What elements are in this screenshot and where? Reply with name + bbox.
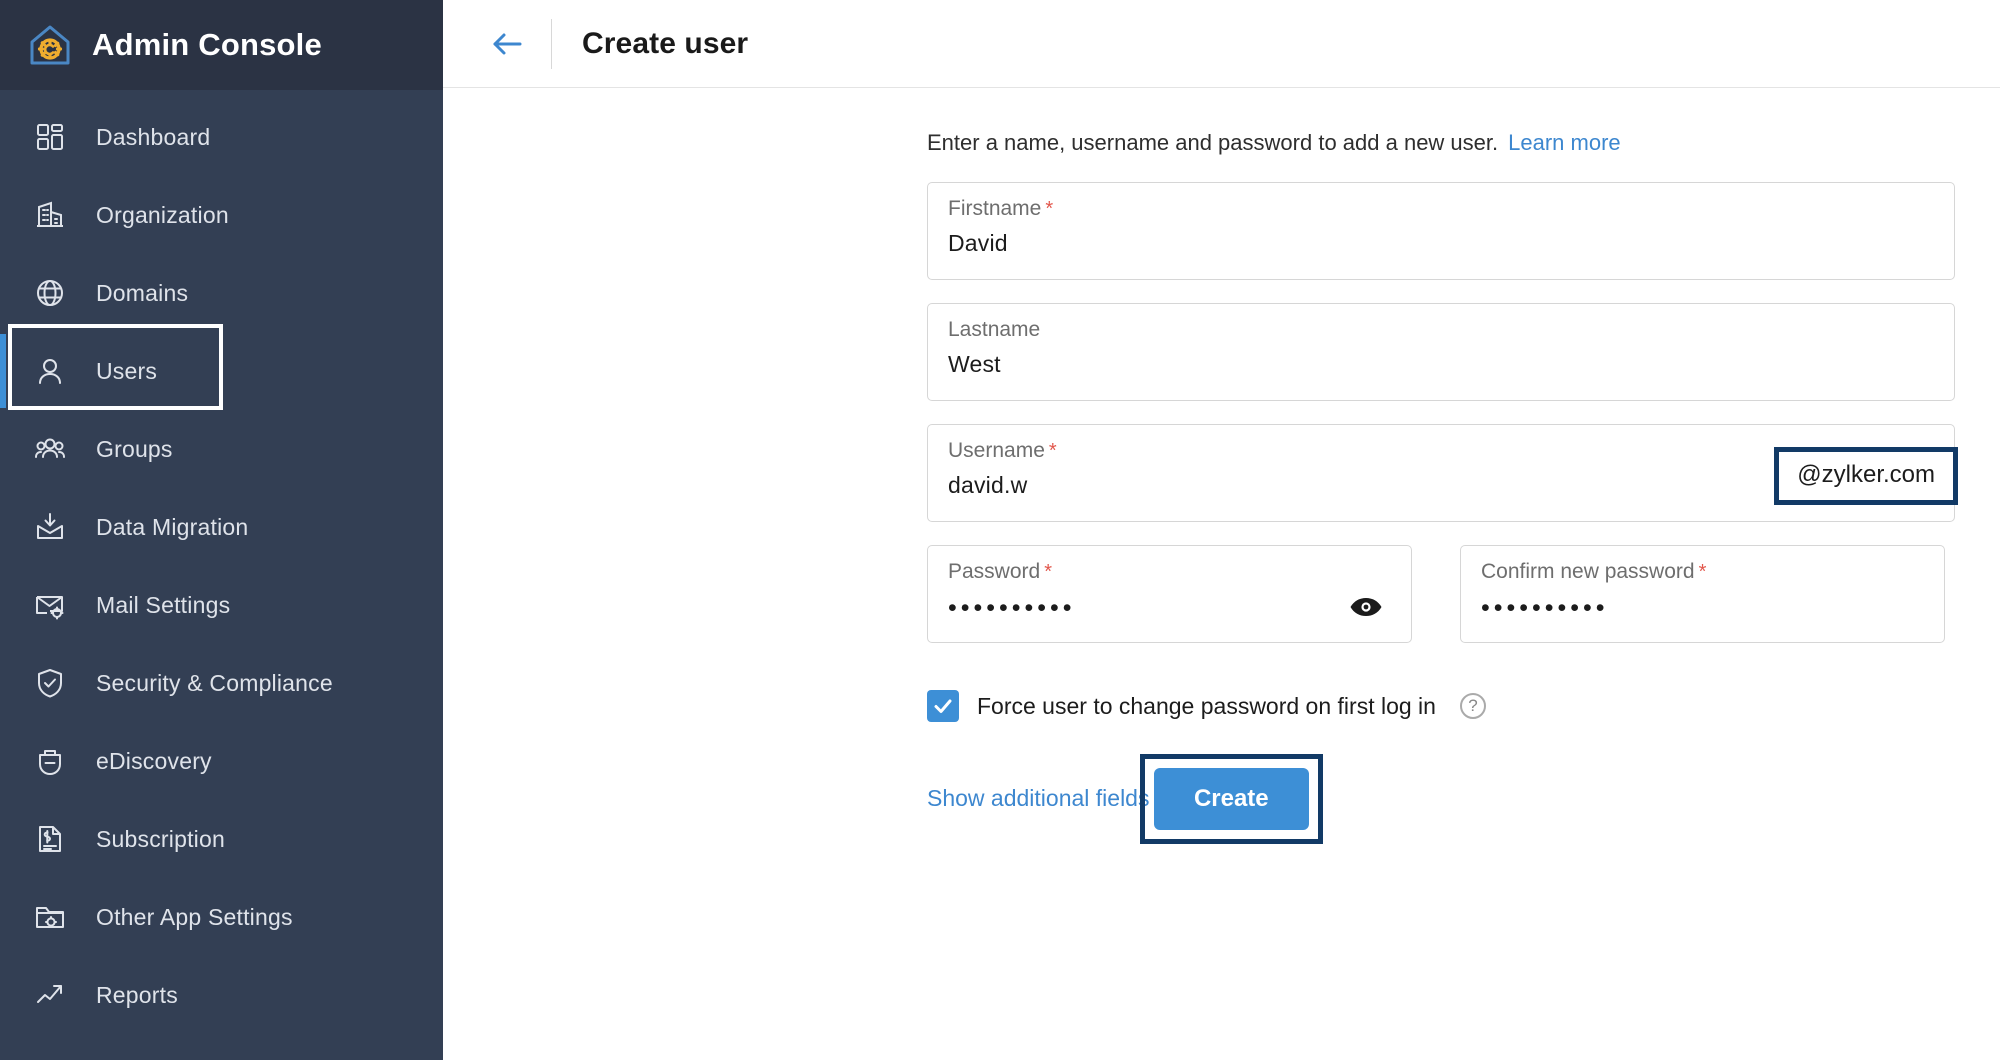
username-field[interactable]: Username * david.w @zylker.com	[927, 424, 1958, 522]
confirm-password-input[interactable]: ••••••••••	[1481, 594, 1944, 623]
sidebar-item-label: eDiscovery	[96, 747, 212, 774]
sidebar-item-label: Users	[96, 357, 158, 384]
sidebar-item-domains[interactable]: Domains	[0, 254, 443, 332]
admin-console-app: Admin Console Dashboard Organization Dom…	[0, 0, 2000, 1060]
envelope-gear-icon	[32, 587, 68, 623]
app-title: Admin Console	[92, 27, 322, 62]
user-icon	[32, 353, 68, 389]
sidebar-item-security-compliance[interactable]: Security & Compliance	[0, 644, 443, 722]
sidebar-item-subscription[interactable]: Subscription	[0, 800, 443, 878]
home-gear-logo-icon	[26, 21, 74, 69]
sidebar-item-organization[interactable]: Organization	[0, 176, 443, 254]
page-title: Create user	[582, 26, 749, 60]
folder-gear-icon	[32, 899, 68, 935]
confirm-password-label: Confirm new password	[1481, 560, 1695, 583]
sidebar-item-mail-settings[interactable]: Mail Settings	[0, 566, 443, 644]
sidebar-nav: Dashboard Organization Domains Users Gro…	[0, 90, 443, 1034]
force-change-password-checkbox[interactable]	[927, 690, 959, 722]
username-label: Username	[948, 439, 1045, 462]
password-row: Password * •••••••••• Confirm new passwor…	[927, 545, 1955, 666]
shield-check-icon	[32, 665, 68, 701]
password-input[interactable]: ••••••••••	[948, 594, 1411, 623]
form-description: Enter a name, username and password to a…	[927, 130, 1499, 155]
sidebar-item-label: Subscription	[96, 825, 225, 852]
back-arrow-icon[interactable]	[481, 18, 533, 70]
required-marker: *	[1698, 561, 1707, 583]
create-button[interactable]: Create	[1153, 768, 1309, 830]
force-change-password-label: Force user to change password on first l…	[977, 692, 1436, 719]
sidebar-item-other-app-settings[interactable]: Other App Settings	[0, 878, 443, 956]
firstname-field[interactable]: Firstname * David	[927, 182, 1955, 280]
dashboard-icon	[32, 119, 68, 155]
sidebar-header: Admin Console	[0, 0, 443, 90]
required-marker: *	[1045, 198, 1054, 220]
form-description-row: Enter a name, username and password to a…	[927, 130, 1955, 156]
lastname-field[interactable]: Lastname West	[927, 303, 1955, 401]
envelope-download-icon	[32, 509, 68, 545]
question-mark-icon[interactable]: ?	[1459, 693, 1486, 719]
sidebar: Admin Console Dashboard Organization Dom…	[0, 0, 443, 1060]
invoice-dollar-icon	[32, 821, 68, 857]
firstname-input[interactable]: David	[948, 230, 1954, 257]
learn-more-link[interactable]: Learn more	[1508, 130, 1621, 156]
header-divider	[551, 18, 552, 69]
sidebar-item-label: Organization	[96, 201, 229, 228]
lastname-label: Lastname	[948, 318, 1041, 341]
domain-suffix-label: @zylker.com	[1797, 461, 1935, 488]
sidebar-item-label: Other App Settings	[96, 903, 293, 930]
main-panel: Create user Enter a name, username and p…	[443, 0, 2000, 1060]
sidebar-item-users[interactable]: Users	[0, 324, 443, 410]
show-additional-fields-link[interactable]: Show additional fields	[927, 785, 1149, 812]
sidebar-item-label: Mail Settings	[96, 591, 231, 618]
sidebar-item-reports[interactable]: Reports	[0, 956, 443, 1034]
create-button-wrapper: Create	[1139, 754, 1323, 844]
briefcase-search-icon	[32, 743, 68, 779]
confirm-password-field[interactable]: Confirm new password * ••••••••••	[1460, 545, 1945, 643]
main-header: Create user	[443, 0, 2000, 88]
sidebar-item-ediscovery[interactable]: eDiscovery	[0, 722, 443, 800]
sidebar-item-label: Data Migration	[96, 513, 249, 540]
organization-building-icon	[32, 197, 68, 233]
required-marker: *	[1048, 440, 1057, 462]
sidebar-item-groups[interactable]: Groups	[0, 410, 443, 488]
sidebar-item-label: Security & Compliance	[96, 669, 333, 696]
lastname-input[interactable]: West	[948, 351, 1954, 378]
groups-icon	[32, 431, 68, 467]
domain-suffix-badge[interactable]: @zylker.com	[1774, 447, 1958, 505]
required-marker: *	[1044, 561, 1052, 583]
sidebar-item-label: Groups	[96, 435, 173, 462]
sidebar-item-label: Domains	[96, 279, 189, 306]
sidebar-item-data-migration[interactable]: Data Migration	[0, 488, 443, 566]
trend-arrow-icon	[32, 977, 68, 1013]
eye-icon[interactable]	[1349, 594, 1383, 622]
globe-icon	[32, 275, 68, 311]
force-change-password-row[interactable]: Force user to change password on first l…	[927, 690, 1955, 722]
password-field[interactable]: Password * ••••••••••	[927, 545, 1412, 643]
sidebar-item-label: Dashboard	[96, 123, 211, 150]
sidebar-item-label: Reports	[96, 981, 178, 1008]
create-user-form: Enter a name, username and password to a…	[927, 130, 1958, 844]
firstname-label: Firstname	[948, 197, 1042, 220]
password-label: Password	[948, 560, 1041, 583]
sidebar-item-dashboard[interactable]: Dashboard	[0, 98, 443, 176]
